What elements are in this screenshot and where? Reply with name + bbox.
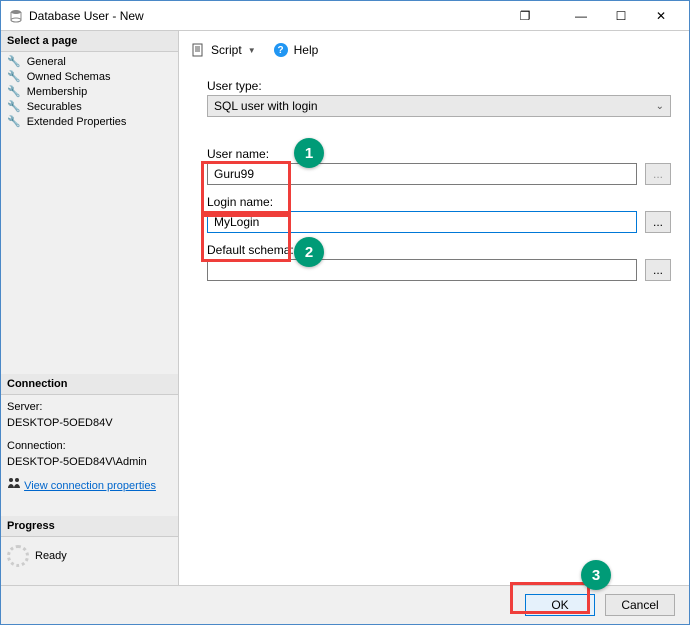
people-icon: [7, 477, 21, 495]
maximize-button[interactable]: ☐: [601, 2, 641, 30]
wrench-icon: 🔧: [7, 85, 21, 98]
wrench-icon: 🔧: [7, 55, 21, 68]
progress-status-row: Ready: [1, 537, 178, 585]
sidebar-item-label: Owned Schemas: [27, 71, 111, 83]
help-button[interactable]: Help: [294, 43, 319, 57]
sidebar-item-owned-schemas[interactable]: 🔧 Owned Schemas: [5, 69, 174, 84]
user-type-dropdown[interactable]: SQL user with login ⌄: [207, 95, 671, 117]
connection-header: Connection: [1, 374, 178, 395]
sidebar-item-label: Securables: [27, 101, 82, 113]
chevron-down-icon: ⌄: [656, 101, 664, 112]
sidebar-item-extended-properties[interactable]: 🔧 Extended Properties: [5, 114, 174, 129]
sidebar-item-label: General: [27, 56, 66, 68]
user-name-label: User name:: [207, 147, 671, 161]
sidebar-item-general[interactable]: 🔧 General: [5, 54, 174, 69]
cancel-button[interactable]: Cancel: [605, 594, 675, 616]
title-bar: Database User - New ❐ — ☐ ✕: [1, 1, 689, 31]
sidebar: Select a page 🔧 General 🔧 Owned Schemas 🔧 M…: [1, 31, 179, 585]
script-icon: [191, 43, 205, 57]
server-label: Server:: [7, 399, 172, 416]
toolbar: Script ▼ ? Help: [179, 31, 689, 69]
sidebar-item-securables[interactable]: 🔧 Securables: [5, 99, 174, 114]
user-name-browse-button: ...: [645, 163, 671, 185]
connection-label: Connection:: [7, 438, 172, 455]
database-icon: [9, 9, 23, 23]
login-name-browse-button[interactable]: ...: [645, 211, 671, 233]
user-type-label: User type:: [207, 79, 671, 93]
connection-value: DESKTOP-5OED84V\Admin: [7, 454, 172, 471]
chevron-down-icon[interactable]: ▼: [248, 46, 256, 55]
progress-status: Ready: [35, 548, 67, 565]
ok-button[interactable]: OK: [525, 594, 595, 616]
default-schema-label: Default schema:: [207, 243, 671, 257]
login-name-label: Login name:: [207, 195, 671, 209]
dialog-window: Database User - New ❐ — ☐ ✕ Select a pag…: [0, 0, 690, 625]
default-schema-input[interactable]: [207, 259, 637, 281]
script-button[interactable]: Script: [211, 43, 242, 57]
form-area: User type: SQL user with login ⌄ User na…: [179, 69, 689, 281]
sidebar-item-label: Membership: [27, 86, 88, 98]
user-type-value: SQL user with login: [214, 99, 318, 113]
page-list: 🔧 General 🔧 Owned Schemas 🔧 Membership 🔧 Sec…: [1, 52, 178, 131]
server-value: DESKTOP-5OED84V: [7, 415, 172, 432]
dialog-body: Select a page 🔧 General 🔧 Owned Schemas 🔧 M…: [1, 31, 689, 585]
sidebar-item-membership[interactable]: 🔧 Membership: [5, 84, 174, 99]
login-name-input[interactable]: [207, 211, 637, 233]
user-name-input[interactable]: [207, 163, 637, 185]
view-connection-properties-text: View connection properties: [24, 480, 156, 492]
wrench-icon: 🔧: [7, 100, 21, 113]
sidebar-item-label: Extended Properties: [27, 116, 127, 128]
minimize-button[interactable]: —: [561, 2, 601, 30]
view-connection-properties-link[interactable]: View connection properties: [7, 477, 172, 495]
main-panel: Script ▼ ? Help User type: SQL user with…: [179, 31, 689, 585]
dialog-button-bar: OK Cancel: [1, 585, 689, 624]
default-schema-browse-button[interactable]: ...: [645, 259, 671, 281]
window-controls: ❐ — ☐ ✕: [509, 2, 681, 30]
doc-button-icon[interactable]: ❐: [509, 2, 541, 30]
wrench-icon: 🔧: [7, 115, 21, 128]
progress-header: Progress: [1, 516, 178, 537]
help-icon: ?: [274, 43, 288, 57]
spinner-icon: [7, 545, 29, 567]
wrench-icon: 🔧: [7, 70, 21, 83]
window-title: Database User - New: [29, 9, 509, 23]
connection-info: Server: DESKTOP-5OED84V Connection: DESK…: [1, 395, 178, 499]
select-page-header: Select a page: [1, 31, 178, 52]
close-button[interactable]: ✕: [641, 2, 681, 30]
